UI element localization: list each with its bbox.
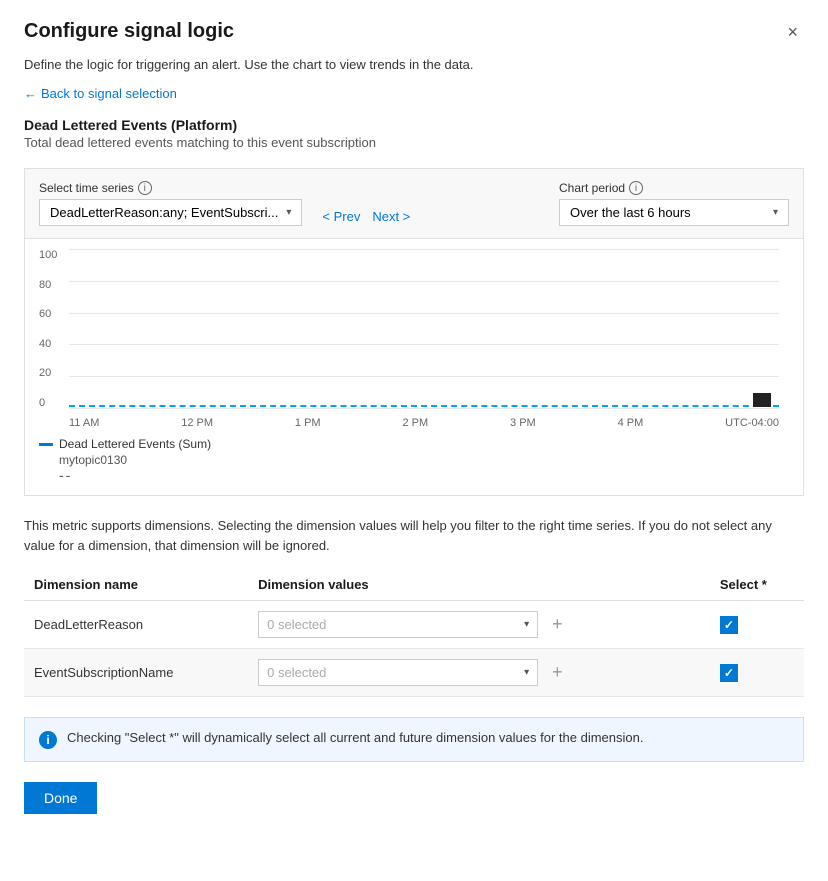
table-row: EventSubscriptionName 0 selected ▾ + ✓	[24, 649, 804, 697]
nav-buttons: < Prev Next >	[318, 207, 414, 226]
time-series-dropdown[interactable]: DeadLetterReason:any; EventSubscri... ▾	[39, 199, 302, 226]
time-series-info-icon[interactable]: i	[138, 181, 152, 195]
legend-item: Dead Lettered Events (Sum)	[39, 437, 789, 451]
controls-row: Select time series i DeadLetterReason:an…	[24, 168, 804, 239]
dimension-values-dropdown[interactable]: 0 selected ▾	[258, 611, 538, 638]
legend-name: Dead Lettered Events (Sum)	[59, 437, 211, 451]
data-point-marker	[753, 393, 771, 407]
dimension-values-cell: 0 selected ▾ +	[248, 649, 710, 697]
dimension-name-cell: EventSubscriptionName	[24, 649, 248, 697]
info-banner-icon: i	[39, 731, 57, 749]
y-label-80: 80	[39, 279, 57, 291]
y-label-60: 60	[39, 308, 57, 320]
chart-area: 0 20 40 60 80 100 11 AM	[24, 239, 804, 496]
grid-line	[69, 313, 779, 314]
grid-line	[69, 281, 779, 282]
chart-period-label: Chart period i	[559, 181, 789, 195]
done-button[interactable]: Done	[24, 782, 97, 814]
x-label-utc: UTC-04:00	[725, 417, 779, 429]
grid-lines	[69, 249, 779, 409]
checkmark-icon: ✓	[724, 618, 734, 632]
col-header-select: Select *	[710, 569, 804, 601]
data-line	[69, 405, 779, 407]
checkmark-icon: ✓	[724, 666, 734, 680]
add-value-button[interactable]: +	[548, 662, 567, 683]
time-series-label: Select time series i	[39, 181, 302, 195]
select-checkbox[interactable]: ✓	[720, 616, 738, 634]
chart-period-dropdown[interactable]: Over the last 6 hours ▾	[559, 199, 789, 226]
table-row: DeadLetterReason 0 selected ▾ + ✓	[24, 601, 804, 649]
dimension-select-cell: ✓	[710, 649, 804, 697]
y-label-40: 40	[39, 338, 57, 350]
dimension-table: Dimension name Dimension values Select *…	[24, 569, 804, 697]
chart-period-info-icon[interactable]: i	[629, 181, 643, 195]
dimension-values-dropdown[interactable]: 0 selected ▾	[258, 659, 538, 686]
dimension-values-cell: 0 selected ▾ +	[248, 601, 710, 649]
col-header-values: Dimension values	[248, 569, 710, 601]
dimension-section: This metric supports dimensions. Selecti…	[24, 516, 804, 697]
legend-sub: mytopic0130	[59, 453, 789, 467]
y-label-20: 20	[39, 367, 57, 379]
info-banner: i Checking "Select *" will dynamically s…	[24, 717, 804, 762]
dim-values-container: 0 selected ▾ +	[258, 659, 700, 686]
dialog-title: Configure signal logic	[24, 20, 234, 43]
table-header-row: Dimension name Dimension values Select *	[24, 569, 804, 601]
grid-line	[69, 249, 779, 250]
info-banner-text: Checking "Select *" will dynamically sel…	[67, 730, 643, 745]
dialog-header: Configure signal logic ×	[24, 20, 804, 45]
x-label-3pm: 3 PM	[510, 417, 536, 429]
y-label-0: 0	[39, 397, 57, 409]
chevron-down-icon-period: ▾	[773, 207, 778, 218]
signal-name: Dead Lettered Events (Platform)	[24, 117, 804, 133]
y-label-100: 100	[39, 249, 57, 261]
x-label-12pm: 12 PM	[181, 417, 213, 429]
chart-inner: 0 20 40 60 80 100 11 AM	[69, 249, 779, 429]
chevron-down-icon: ▾	[524, 619, 529, 630]
chevron-down-icon: ▾	[524, 667, 529, 678]
select-checkbox[interactable]: ✓	[720, 664, 738, 682]
col-header-name: Dimension name	[24, 569, 248, 601]
close-button[interactable]: ×	[781, 20, 804, 45]
dimension-name-cell: DeadLetterReason	[24, 601, 248, 649]
chart-legend: Dead Lettered Events (Sum) mytopic0130 -…	[39, 429, 789, 495]
time-series-group: Select time series i DeadLetterReason:an…	[39, 181, 302, 226]
legend-dashes: --	[59, 467, 789, 483]
dimension-select-cell: ✓	[710, 601, 804, 649]
dim-values-container: 0 selected ▾ +	[258, 611, 700, 638]
arrow-left-icon: ←	[24, 86, 37, 101]
chart-period-group: Chart period i Over the last 6 hours ▾	[559, 181, 789, 226]
signal-description: Total dead lettered events matching to t…	[24, 135, 804, 150]
dropdown-placeholder: 0 selected	[267, 617, 326, 632]
grid-line	[69, 408, 779, 409]
description-text: Define the logic for triggering an alert…	[24, 57, 804, 72]
x-axis: 11 AM 12 PM 1 PM 2 PM 3 PM 4 PM UTC-04:0…	[69, 417, 779, 429]
back-link[interactable]: ← Back to signal selection	[24, 86, 177, 101]
grid-line	[69, 344, 779, 345]
grid-line	[69, 376, 779, 377]
x-label-1pm: 1 PM	[295, 417, 321, 429]
x-label-4pm: 4 PM	[618, 417, 644, 429]
configure-signal-dialog: Configure signal logic × Define the logi…	[0, 0, 828, 881]
dropdown-placeholder: 0 selected	[267, 665, 326, 680]
add-value-button[interactable]: +	[548, 614, 567, 635]
prev-button[interactable]: < Prev	[318, 207, 364, 226]
dimension-info-text: This metric supports dimensions. Selecti…	[24, 516, 804, 555]
y-axis: 0 20 40 60 80 100	[39, 249, 57, 409]
x-label-11am: 11 AM	[69, 417, 99, 429]
chevron-down-icon: ▾	[286, 207, 291, 218]
next-button[interactable]: Next >	[368, 207, 414, 226]
x-label-2pm: 2 PM	[402, 417, 428, 429]
legend-color-swatch	[39, 443, 53, 446]
